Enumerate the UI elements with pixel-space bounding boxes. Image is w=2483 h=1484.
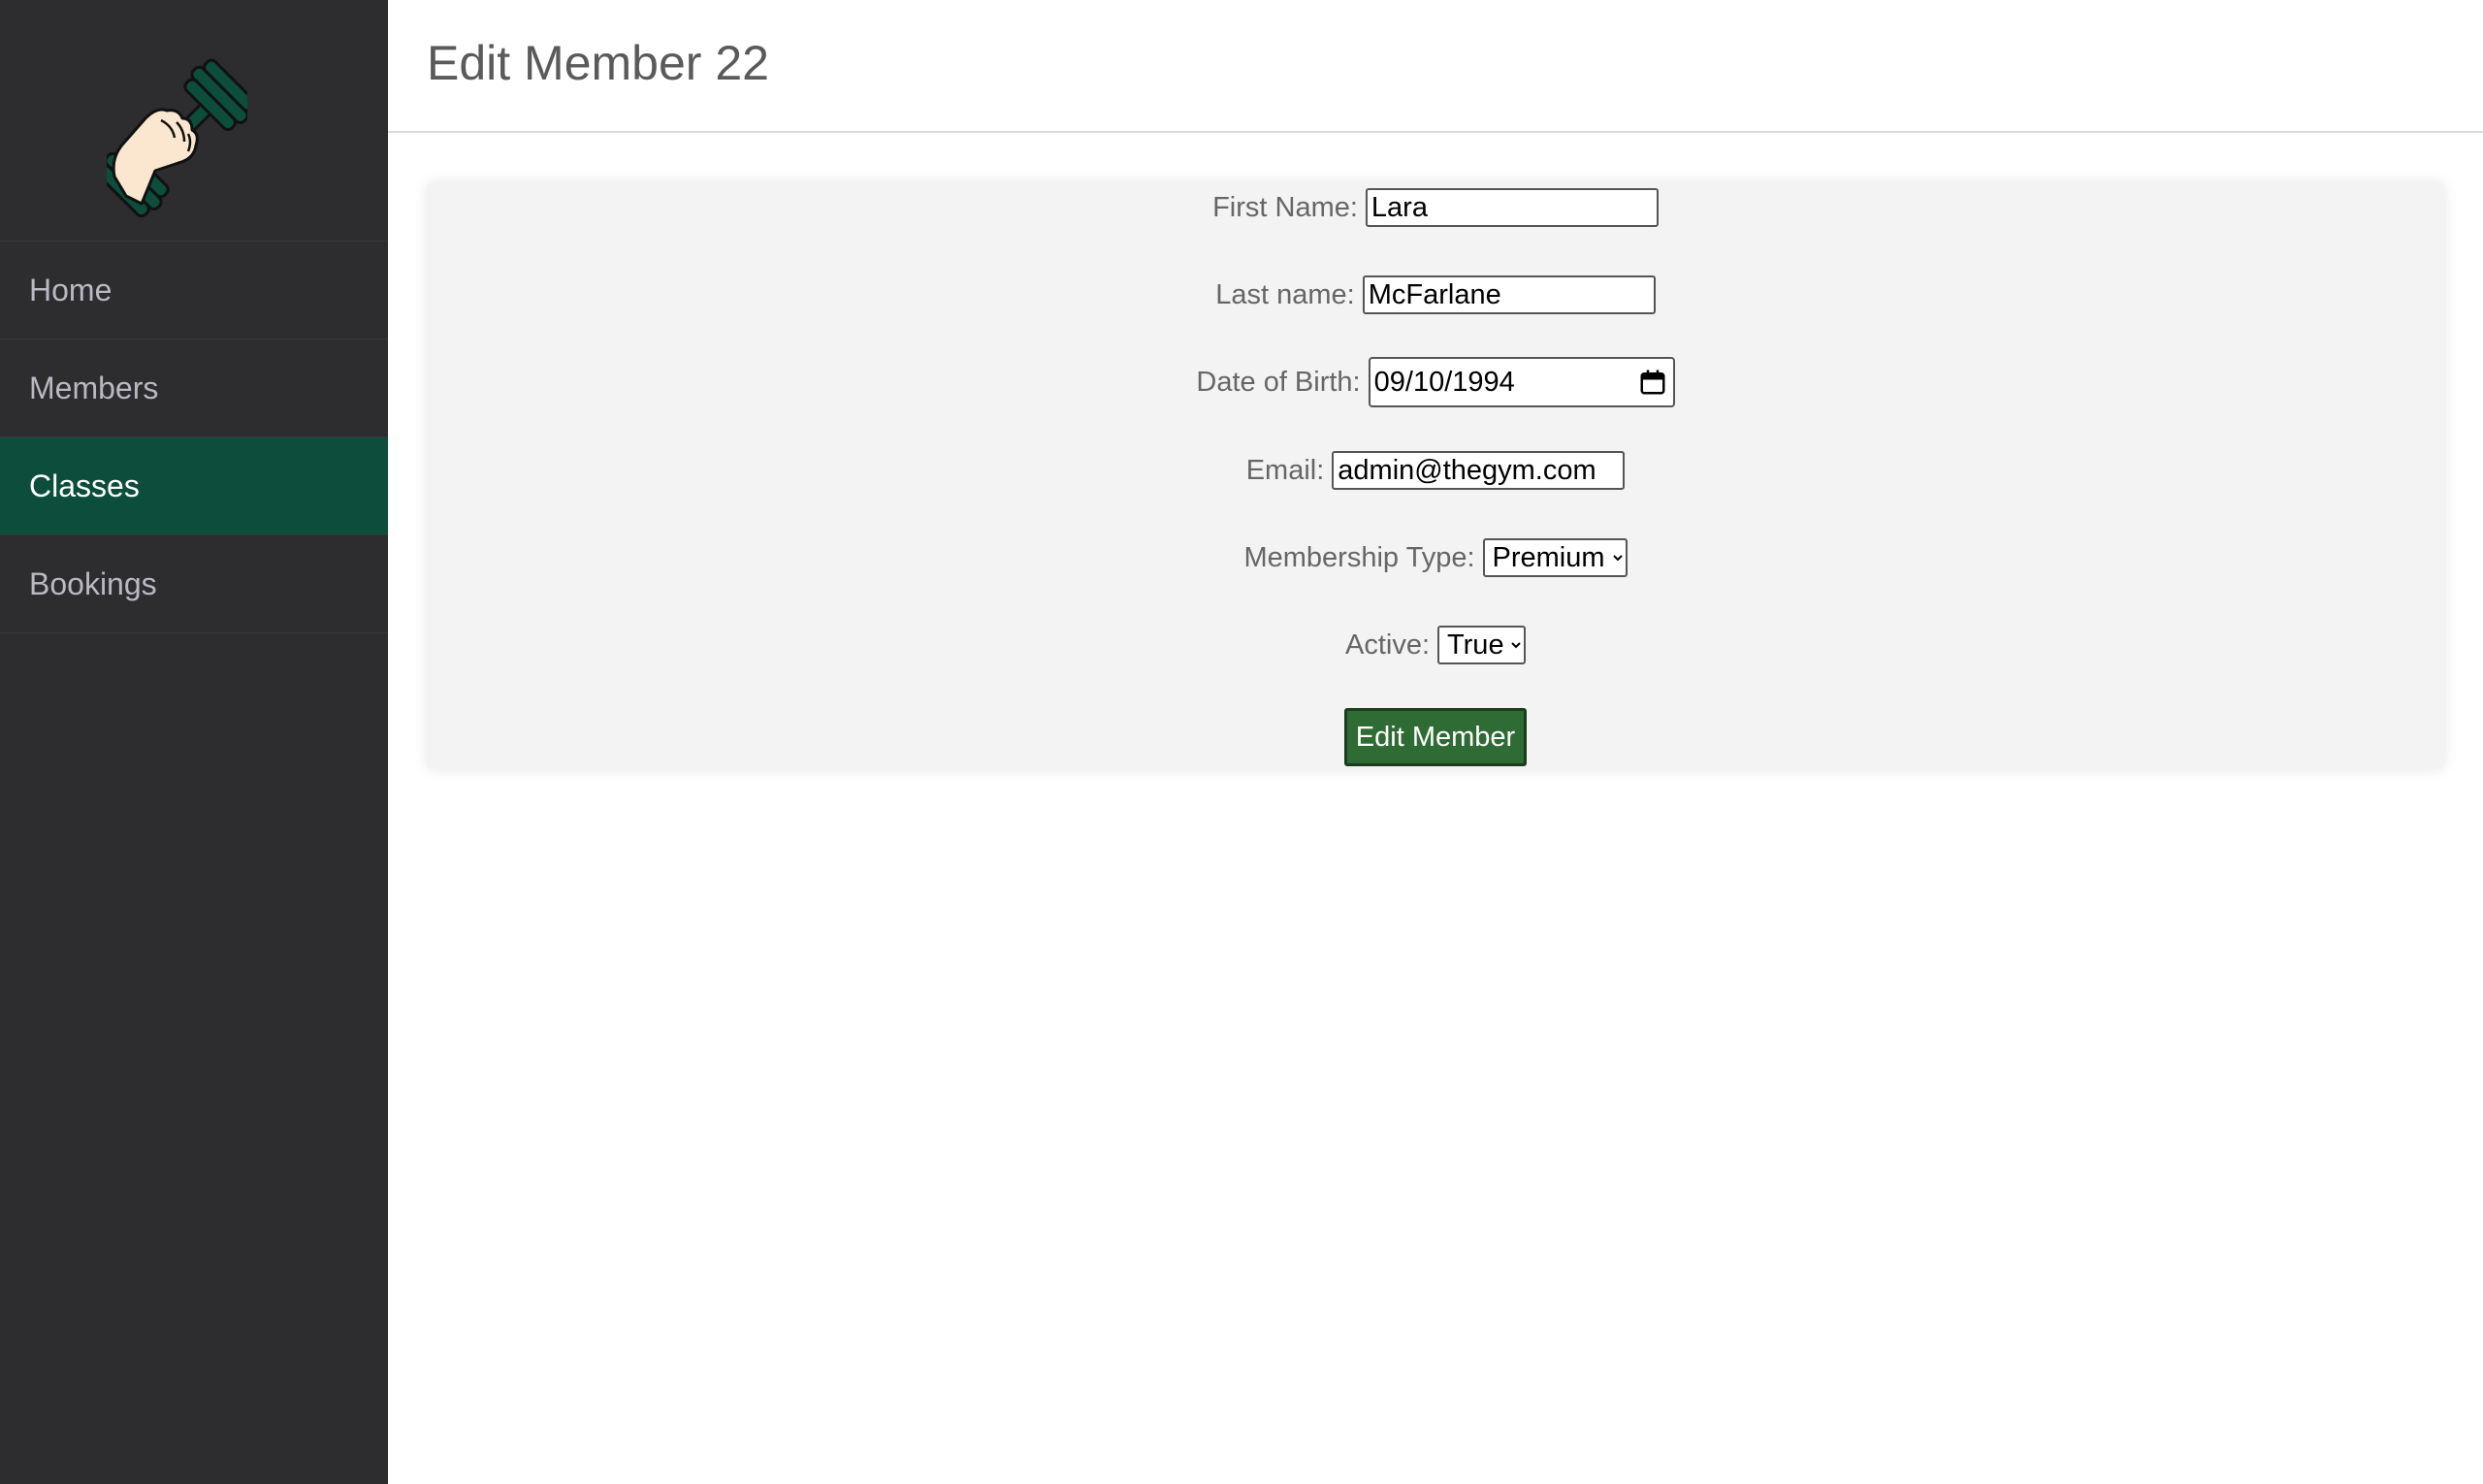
logo[interactable] xyxy=(0,0,388,242)
email-row: Email: xyxy=(427,451,2444,490)
last-name-input[interactable] xyxy=(1362,275,1656,314)
dob-row: Date of Birth: 09/10/1994 xyxy=(427,357,2444,407)
email-label: Email: xyxy=(1245,454,1325,486)
membership-type-label: Membership Type: xyxy=(1243,541,1475,573)
first-name-input[interactable] xyxy=(1365,188,1659,227)
sidebar-item-members[interactable]: Members xyxy=(0,339,388,437)
submit-row: Edit Member xyxy=(427,708,2444,766)
page-title: Edit Member 22 xyxy=(427,36,769,90)
dob-input[interactable]: 09/10/1994 xyxy=(1368,357,1675,407)
calendar-icon[interactable] xyxy=(1638,368,1667,397)
sidebar-item-bookings[interactable]: Bookings xyxy=(0,535,388,633)
sidebar-item-classes[interactable]: Classes xyxy=(0,437,388,535)
active-row: Active: True xyxy=(427,626,2444,664)
last-name-row: Last name: xyxy=(427,275,2444,314)
active-select[interactable]: True xyxy=(1437,626,1527,664)
sidebar-item-home[interactable]: Home xyxy=(0,242,388,339)
dob-value: 09/10/1994 xyxy=(1373,366,1515,398)
edit-member-button[interactable]: Edit Member xyxy=(1344,708,1527,766)
edit-member-form: First Name: Last name: Date of Birth: 09… xyxy=(427,182,2444,769)
last-name-label: Last name: xyxy=(1215,278,1355,310)
dumbbell-hand-icon xyxy=(107,58,247,218)
sidebar-nav: Home Members Classes Bookings xyxy=(0,242,388,633)
first-name-label: First Name: xyxy=(1212,191,1358,223)
page-header: Edit Member 22 xyxy=(388,0,2483,133)
membership-type-row: Membership Type: Premium xyxy=(427,538,2444,577)
first-name-row: First Name: xyxy=(427,188,2444,227)
membership-type-select[interactable]: Premium xyxy=(1482,538,1628,577)
dob-label: Date of Birth: xyxy=(1196,366,1361,398)
active-label: Active: xyxy=(1344,629,1431,661)
sidebar: Home Members Classes Bookings xyxy=(0,0,388,1484)
email-input[interactable] xyxy=(1332,451,1626,490)
